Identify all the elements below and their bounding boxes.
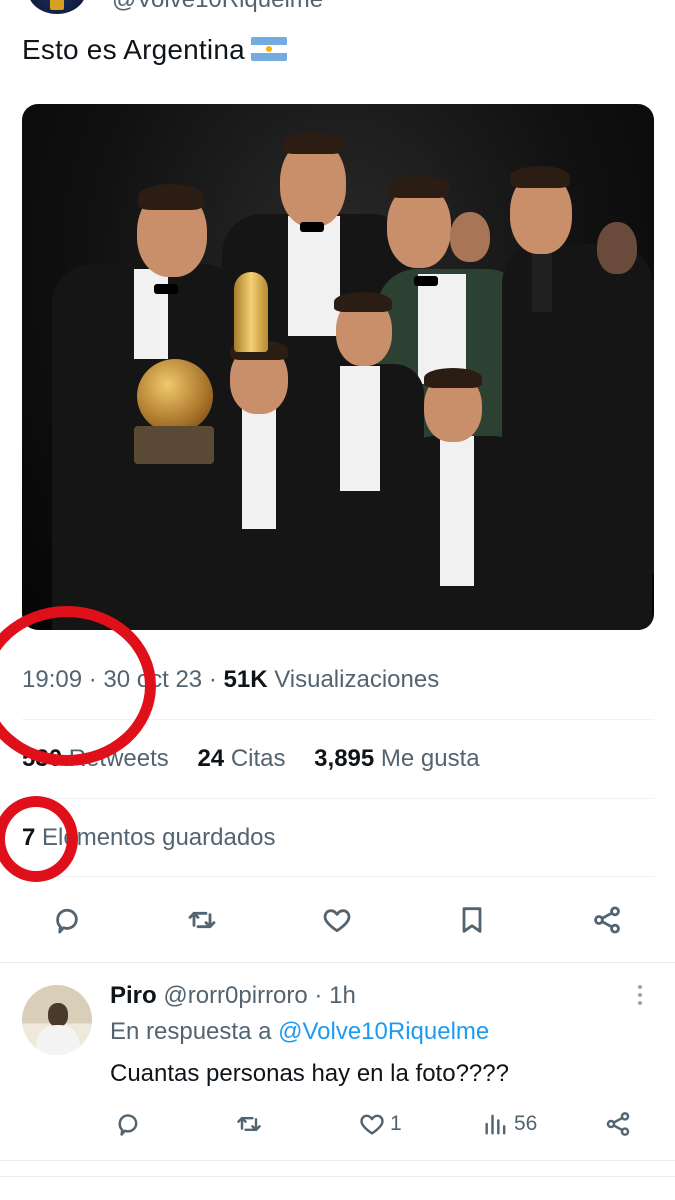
- likes-stat[interactable]: 3,895 Me gusta: [314, 745, 479, 772]
- quotes-stat[interactable]: 24 Citas: [197, 745, 285, 772]
- quotes-count: 24: [197, 745, 225, 772]
- in-reply-prefix: En respuesta a: [110, 1018, 272, 1045]
- share-button[interactable]: [589, 902, 625, 938]
- reply-text: Cuantas personas hay en la foto????: [110, 1060, 509, 1087]
- divider: [0, 1160, 675, 1161]
- trophy: [137, 359, 213, 433]
- like-icon: [360, 1114, 384, 1135]
- retweet-button[interactable]: [184, 902, 220, 938]
- author-handle[interactable]: @Volve10Riquelme: [112, 0, 323, 14]
- annotation-circle: [0, 796, 78, 882]
- like-button[interactable]: [319, 902, 355, 938]
- reply-views-count: 56: [514, 1112, 538, 1135]
- trophy-base: [134, 426, 214, 464]
- reply-time-separator: ·: [314, 982, 323, 1009]
- in-reply-mention[interactable]: @Volve10Riquelme: [278, 1018, 489, 1045]
- tweet-actions: [0, 892, 675, 948]
- reply-reply-button[interactable]: [114, 1110, 142, 1138]
- reply-retweet-button[interactable]: [235, 1110, 263, 1138]
- bookmark-button[interactable]: [454, 902, 490, 938]
- divider: [0, 1176, 675, 1177]
- tweet-text-content: Esto es Argentina: [22, 34, 245, 65]
- reply-icon: [118, 1114, 138, 1136]
- likes-label: Me gusta: [380, 745, 480, 772]
- views-count: 51K: [223, 666, 268, 693]
- reply-like-button[interactable]: 1: [358, 1110, 402, 1138]
- share-icon: [594, 906, 620, 934]
- divider: [0, 962, 675, 963]
- tweet-photo[interactable]: [22, 104, 654, 630]
- reply-actions: 1 56: [0, 1104, 675, 1148]
- bookmark-icon: [462, 907, 482, 933]
- reply-time[interactable]: 1h: [329, 982, 356, 1009]
- like-icon: [323, 909, 351, 933]
- divider: [22, 798, 654, 799]
- argentina-flag-icon: [250, 37, 287, 61]
- author-avatar[interactable]: [28, 0, 86, 14]
- quotes-label: Citas: [230, 745, 286, 772]
- reply-share-button[interactable]: [604, 1110, 632, 1138]
- reply-icon: [56, 908, 78, 934]
- likes-count: 3,895: [314, 745, 375, 772]
- reply-header: Piro @rorr0pirroro · 1h: [110, 982, 356, 1010]
- views-icon: [485, 1114, 506, 1135]
- reply-button[interactable]: [49, 902, 85, 938]
- views-label: Visualizaciones: [274, 666, 440, 693]
- reply-author-handle[interactable]: @rorr0pirroro: [163, 982, 307, 1009]
- annotation-circle: [0, 606, 156, 766]
- reply-views-button[interactable]: 56: [482, 1110, 537, 1138]
- in-reply-to: En respuesta a @Volve10Riquelme: [110, 1018, 489, 1046]
- retweet-icon: [188, 911, 216, 929]
- reply-author-name[interactable]: Piro: [110, 982, 157, 1009]
- tweet-text: Esto es Argentina: [22, 34, 287, 66]
- trophy: [234, 272, 268, 352]
- meta-separator: ·: [208, 666, 217, 693]
- share-icon: [606, 1112, 630, 1136]
- more-icon[interactable]: [630, 982, 650, 1010]
- divider: [22, 876, 654, 877]
- retweet-icon: [237, 1116, 261, 1132]
- reply-like-count: 1: [390, 1112, 402, 1135]
- avatar[interactable]: [22, 985, 92, 1055]
